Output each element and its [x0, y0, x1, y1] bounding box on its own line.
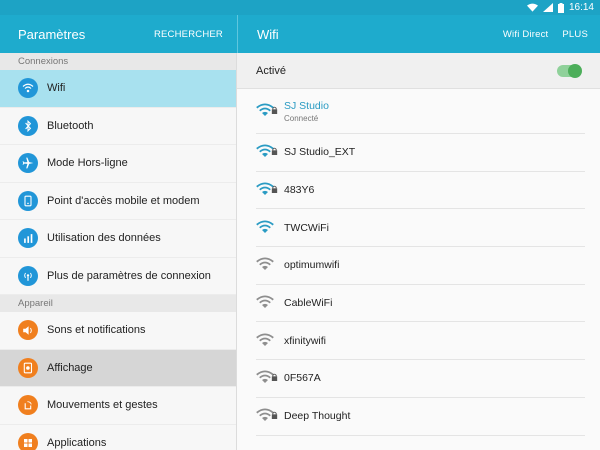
wifi-icon [18, 78, 38, 99]
clock: 16:14 [568, 2, 594, 13]
network-item[interactable]: 0F567A [256, 360, 585, 398]
network-name: SJ Studio_EXT [284, 146, 356, 159]
network-text: SJ Studio Connecté [284, 100, 329, 123]
sidebar-item-label: Plus de paramètres de connexion [47, 269, 211, 282]
wifi-signal-icon [256, 295, 276, 311]
lock-icon [271, 180, 278, 198]
network-item[interactable]: CableWiFi [256, 285, 585, 323]
lock-icon [271, 101, 278, 119]
network-status: Connecté [284, 113, 319, 123]
network-name: TWCWiFi [284, 221, 329, 234]
more-connections-icon [18, 265, 38, 286]
network-text: 483Y6 [284, 184, 314, 196]
network-item[interactable]: optimumwifi [256, 247, 585, 285]
more-button[interactable]: PLUS [562, 29, 588, 40]
status-bar: 16:14 [0, 0, 600, 15]
network-name: 483Y6 [284, 184, 315, 197]
network-name: CableWiFi [284, 297, 333, 310]
app-bar: Paramètres RECHERCHER Wifi Wifi Direct P… [0, 15, 600, 53]
wifi-toggle-switch[interactable] [557, 63, 582, 78]
sidebar-item-label: Sons et notifications [47, 324, 146, 337]
wifi-title: Wifi [257, 26, 279, 42]
sidebar-item-label: Affichage [47, 361, 93, 374]
network-item[interactable]: TWCWiFi [256, 209, 585, 248]
network-text: SJ Studio_EXT [284, 146, 355, 158]
sidebar-item-label: Applications [47, 436, 107, 449]
sidebar-item-bluetooth[interactable]: Bluetooth [0, 108, 236, 145]
apps-icon [18, 432, 38, 450]
sidebar-item-motions[interactable]: Mouvements et gestes [0, 387, 236, 425]
network-text: 0F567A [284, 372, 321, 384]
settings-header: Paramètres RECHERCHER [0, 15, 237, 53]
section-header-appareil: Appareil [0, 295, 236, 312]
network-text: CableWiFi [284, 297, 332, 309]
wifi-status-icon [526, 3, 538, 12]
sidebar-item-applications[interactable]: Applications [0, 425, 236, 450]
wifi-signal-icon [256, 101, 278, 119]
wifi-signal-icon [256, 142, 278, 160]
bluetooth-icon [18, 115, 38, 136]
wifi-signal-icon [256, 368, 278, 386]
network-text: xfinitywifi [284, 335, 326, 347]
battery-icon [557, 2, 564, 13]
signal-icon [542, 3, 553, 12]
sidebar-item-label: Utilisation des données [47, 232, 161, 245]
wifi-header: Wifi Wifi Direct PLUS [237, 15, 600, 53]
network-text: optimumwifi [284, 259, 339, 271]
settings-sidebar: Connexions Wifi Bluetooth Mode Hors-lign… [0, 53, 237, 450]
sidebar-item-hotspot[interactable]: Point d'accès mobile et modem [0, 183, 236, 220]
sidebar-item-wifi[interactable]: Wifi [0, 70, 236, 108]
network-list: SJ Studio Connecté SJ Studio_EXT 483Y6 TWCWi… [237, 89, 600, 436]
search-button[interactable]: RECHERCHER [154, 29, 223, 40]
network-name: 0F567A [284, 372, 321, 385]
speaker-icon [18, 320, 38, 341]
network-name: Deep Thought [284, 410, 351, 423]
sidebar-item-display[interactable]: Affichage [0, 349, 236, 387]
wifi-signal-icon [256, 180, 278, 198]
network-item[interactable]: 483Y6 [256, 172, 585, 210]
settings-title: Paramètres [18, 26, 86, 42]
lock-icon [271, 406, 278, 424]
wifi-signal-icon [256, 257, 276, 273]
network-name: xfinitywifi [284, 334, 327, 347]
network-item[interactable]: SJ Studio Connecté [256, 89, 585, 134]
wifi-signal-icon [256, 220, 276, 236]
airplane-icon [18, 153, 38, 174]
wifi-signal-icon [256, 333, 276, 349]
sidebar-item-label: Point d'accès mobile et modem [47, 194, 200, 207]
network-name: SJ Studio [284, 99, 329, 112]
sidebar-item-sounds[interactable]: Sons et notifications [0, 312, 236, 350]
network-item[interactable]: Deep Thought [256, 398, 585, 436]
wifi-direct-button[interactable]: Wifi Direct [503, 29, 548, 40]
network-item[interactable]: SJ Studio_EXT [256, 134, 585, 172]
wifi-panel: Activé SJ Studio Connecté SJ Studio_EXT 483… [237, 53, 600, 450]
wifi-master-switch-row[interactable]: Activé [237, 53, 600, 89]
hotspot-icon [18, 190, 38, 211]
network-text: Deep Thought [284, 410, 350, 422]
motion-icon [18, 395, 38, 416]
network-text: TWCWiFi [284, 222, 329, 234]
display-icon [18, 357, 38, 378]
wifi-signal-icon [256, 406, 278, 424]
section-header-connexions: Connexions [0, 53, 236, 70]
lock-icon [271, 368, 278, 386]
lock-icon [271, 142, 278, 160]
sidebar-item-data-usage[interactable]: Utilisation des données [0, 220, 236, 258]
network-name: optimumwifi [284, 259, 340, 272]
sidebar-item-label: Mode Hors-ligne [47, 157, 128, 170]
sidebar-item-label: Bluetooth [47, 119, 94, 132]
network-item[interactable]: xfinitywifi [256, 322, 585, 361]
sidebar-item-airplane-mode[interactable]: Mode Hors-ligne [0, 145, 236, 183]
data-usage-icon [18, 228, 38, 249]
sidebar-item-more-connections[interactable]: Plus de paramètres de connexion [0, 258, 236, 295]
wifi-toggle-label: Activé [256, 64, 286, 77]
sidebar-item-label: Mouvements et gestes [47, 399, 158, 412]
sidebar-item-label: Wifi [47, 82, 66, 95]
